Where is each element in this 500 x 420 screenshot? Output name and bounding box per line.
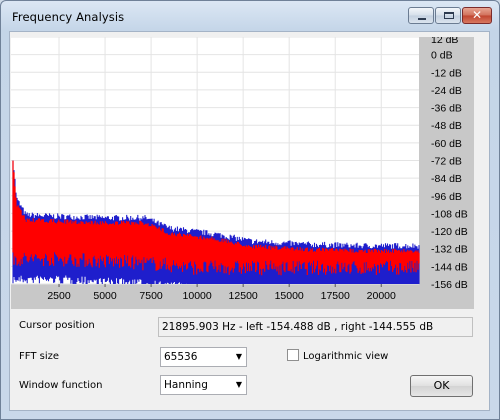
- maximize-icon: [444, 12, 454, 19]
- close-icon: ✕: [472, 8, 483, 22]
- x-tick-label: 10000: [183, 290, 212, 302]
- title-bar[interactable]: Frequency Analysis ✕: [1, 1, 499, 31]
- cursor-position-field: 21895.903 Hz - left -154.488 dB , right …: [158, 317, 473, 337]
- window-function-value: Hanning: [164, 379, 208, 391]
- y-tick-label: -60 dB: [431, 138, 462, 150]
- maximize-button[interactable]: [435, 7, 461, 24]
- chevron-down-icon: ▼: [235, 352, 242, 361]
- cursor-position-label: Cursor position: [19, 320, 95, 331]
- frequency-analysis-window: Frequency Analysis ✕ 2500 5000 7500 10000 12…: [0, 0, 500, 420]
- logarithmic-view-label[interactable]: Logarithmic view: [303, 351, 388, 362]
- minimize-button[interactable]: [408, 7, 434, 24]
- y-tick-label: -156 dB: [431, 279, 468, 291]
- close-button[interactable]: ✕: [462, 7, 492, 24]
- chevron-down-icon: ▼: [235, 380, 242, 389]
- x-tick-label: 2500: [47, 290, 71, 302]
- minimize-icon: [418, 18, 426, 20]
- x-tick-label: 20000: [367, 290, 396, 302]
- y-tick-label: -132 dB: [431, 244, 468, 256]
- window-function-label: Window function: [19, 380, 103, 391]
- y-tick-label: -96 dB: [431, 191, 462, 203]
- window-title: Frequency Analysis: [12, 10, 125, 24]
- y-tick-label: -72 dB: [431, 156, 462, 168]
- y-tick-label: -108 dB: [431, 208, 468, 220]
- ok-button[interactable]: OK: [410, 375, 473, 397]
- y-tick-label: -144 dB: [431, 261, 468, 273]
- y-tick-label: 12 dB: [431, 37, 458, 46]
- y-tick-label: -24 dB: [431, 85, 462, 97]
- x-tick-label: 7500: [139, 290, 163, 302]
- x-tick-label: 12500: [229, 290, 258, 302]
- y-tick-label: -36 dB: [431, 103, 462, 115]
- fft-size-value: 65536: [164, 351, 198, 363]
- spectrum-chart[interactable]: 2500 5000 7500 10000 12500 15000 17500 20000 12…: [11, 37, 488, 309]
- y-tick-label: -120 dB: [431, 226, 468, 238]
- x-tick-label: 17500: [321, 290, 350, 302]
- fft-size-label: FFT size: [19, 351, 60, 362]
- y-tick-label: -48 dB: [431, 120, 462, 132]
- y-tick-label: -12 dB: [431, 67, 462, 79]
- logarithmic-view-checkbox[interactable]: [287, 349, 299, 361]
- fft-size-select[interactable]: 65536 ▼: [160, 347, 247, 367]
- y-tick-label: -84 dB: [431, 173, 462, 185]
- x-tick-label: 5000: [93, 290, 117, 302]
- x-tick-label: 15000: [275, 290, 304, 302]
- window-function-select[interactable]: Hanning ▼: [160, 375, 247, 395]
- y-tick-label: 0 dB: [431, 50, 453, 62]
